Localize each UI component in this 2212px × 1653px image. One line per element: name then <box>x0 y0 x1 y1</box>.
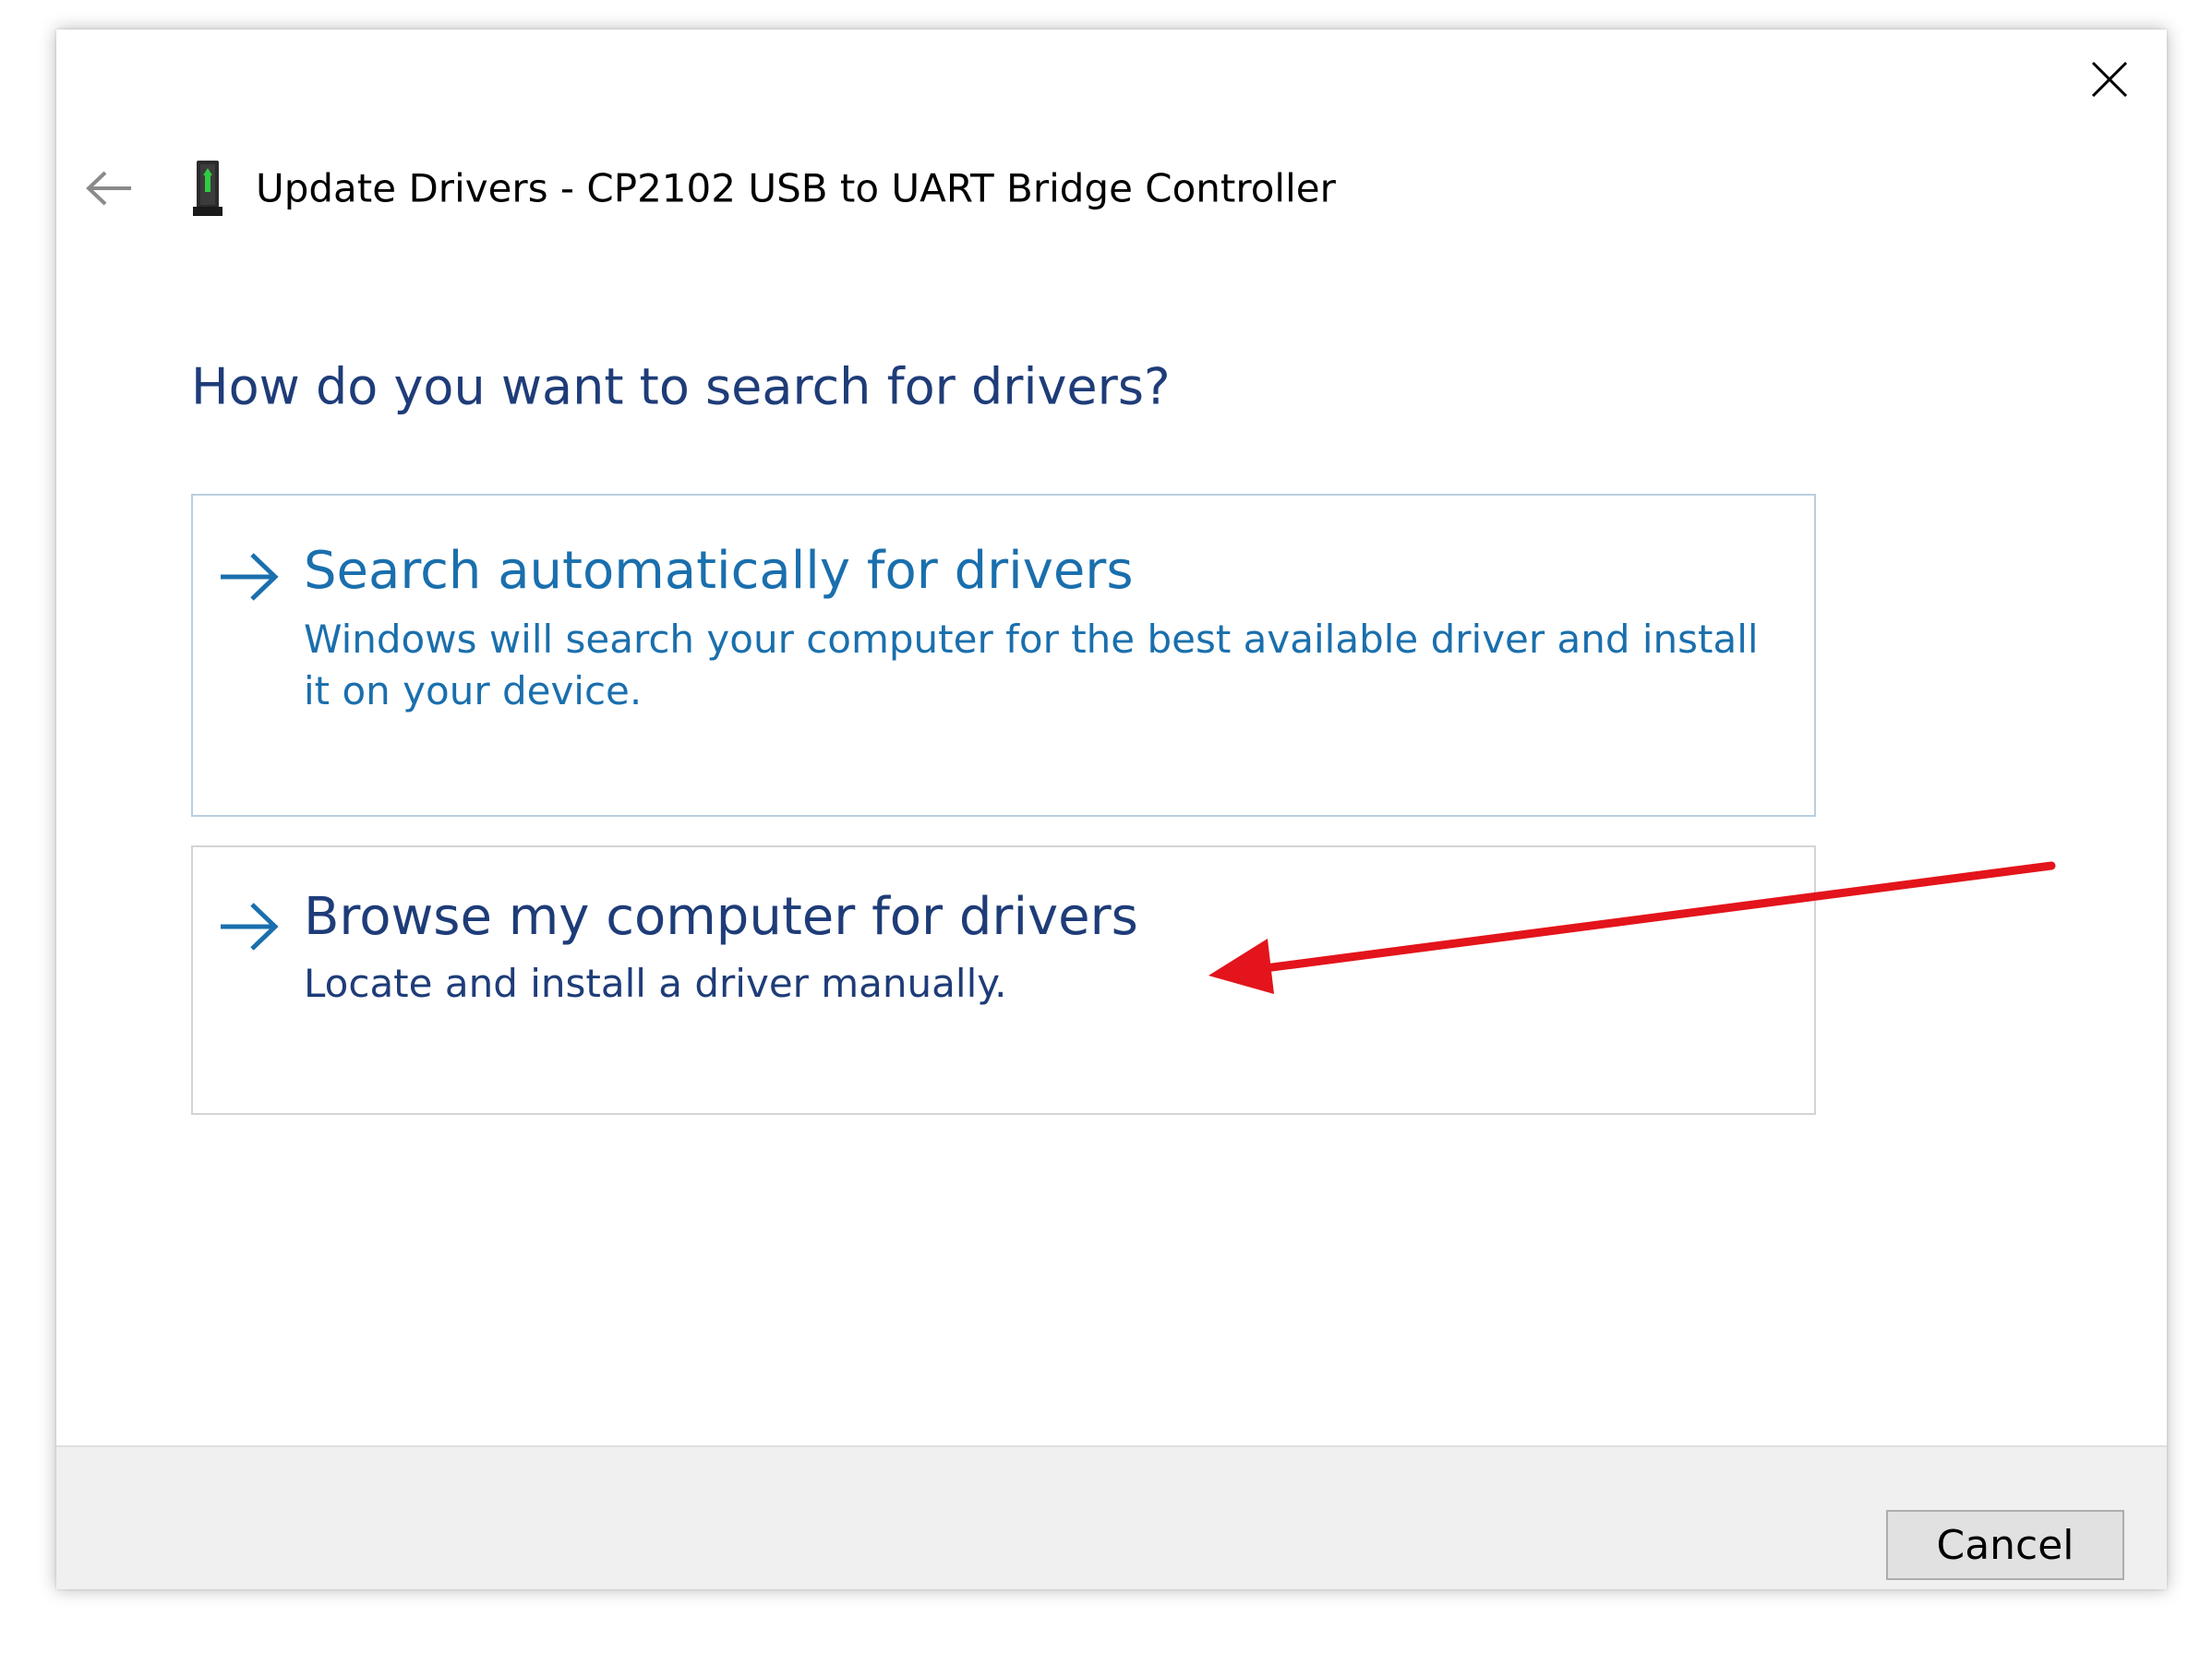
dialog-title: Update Drivers - CP2102 USB to UART Brid… <box>256 165 1336 211</box>
close-button[interactable] <box>2082 52 2137 107</box>
update-drivers-dialog: Update Drivers - CP2102 USB to UART Brid… <box>56 30 2167 1589</box>
dialog-footer: Cancel <box>56 1445 2167 1589</box>
option-description: Locate and install a driver manually. <box>304 961 1007 1006</box>
cancel-button[interactable]: Cancel <box>1886 1510 2124 1580</box>
search-automatically-option[interactable]: Search automatically for drivers Windows… <box>191 494 1816 817</box>
back-arrow-icon <box>86 171 131 206</box>
page-heading: How do you want to search for drivers? <box>191 357 1171 416</box>
option-description: Windows will search your computer for th… <box>304 617 1759 713</box>
browse-computer-option[interactable]: Browse my computer for drivers Locate an… <box>191 845 1816 1115</box>
right-arrow-icon <box>221 903 279 951</box>
usb-device-icon <box>193 161 222 216</box>
back-button[interactable] <box>77 161 141 216</box>
close-icon <box>2091 61 2128 98</box>
right-arrow-icon <box>221 553 279 601</box>
option-title: Browse my computer for drivers <box>304 887 1138 947</box>
option-title: Search automatically for drivers <box>304 541 1134 601</box>
